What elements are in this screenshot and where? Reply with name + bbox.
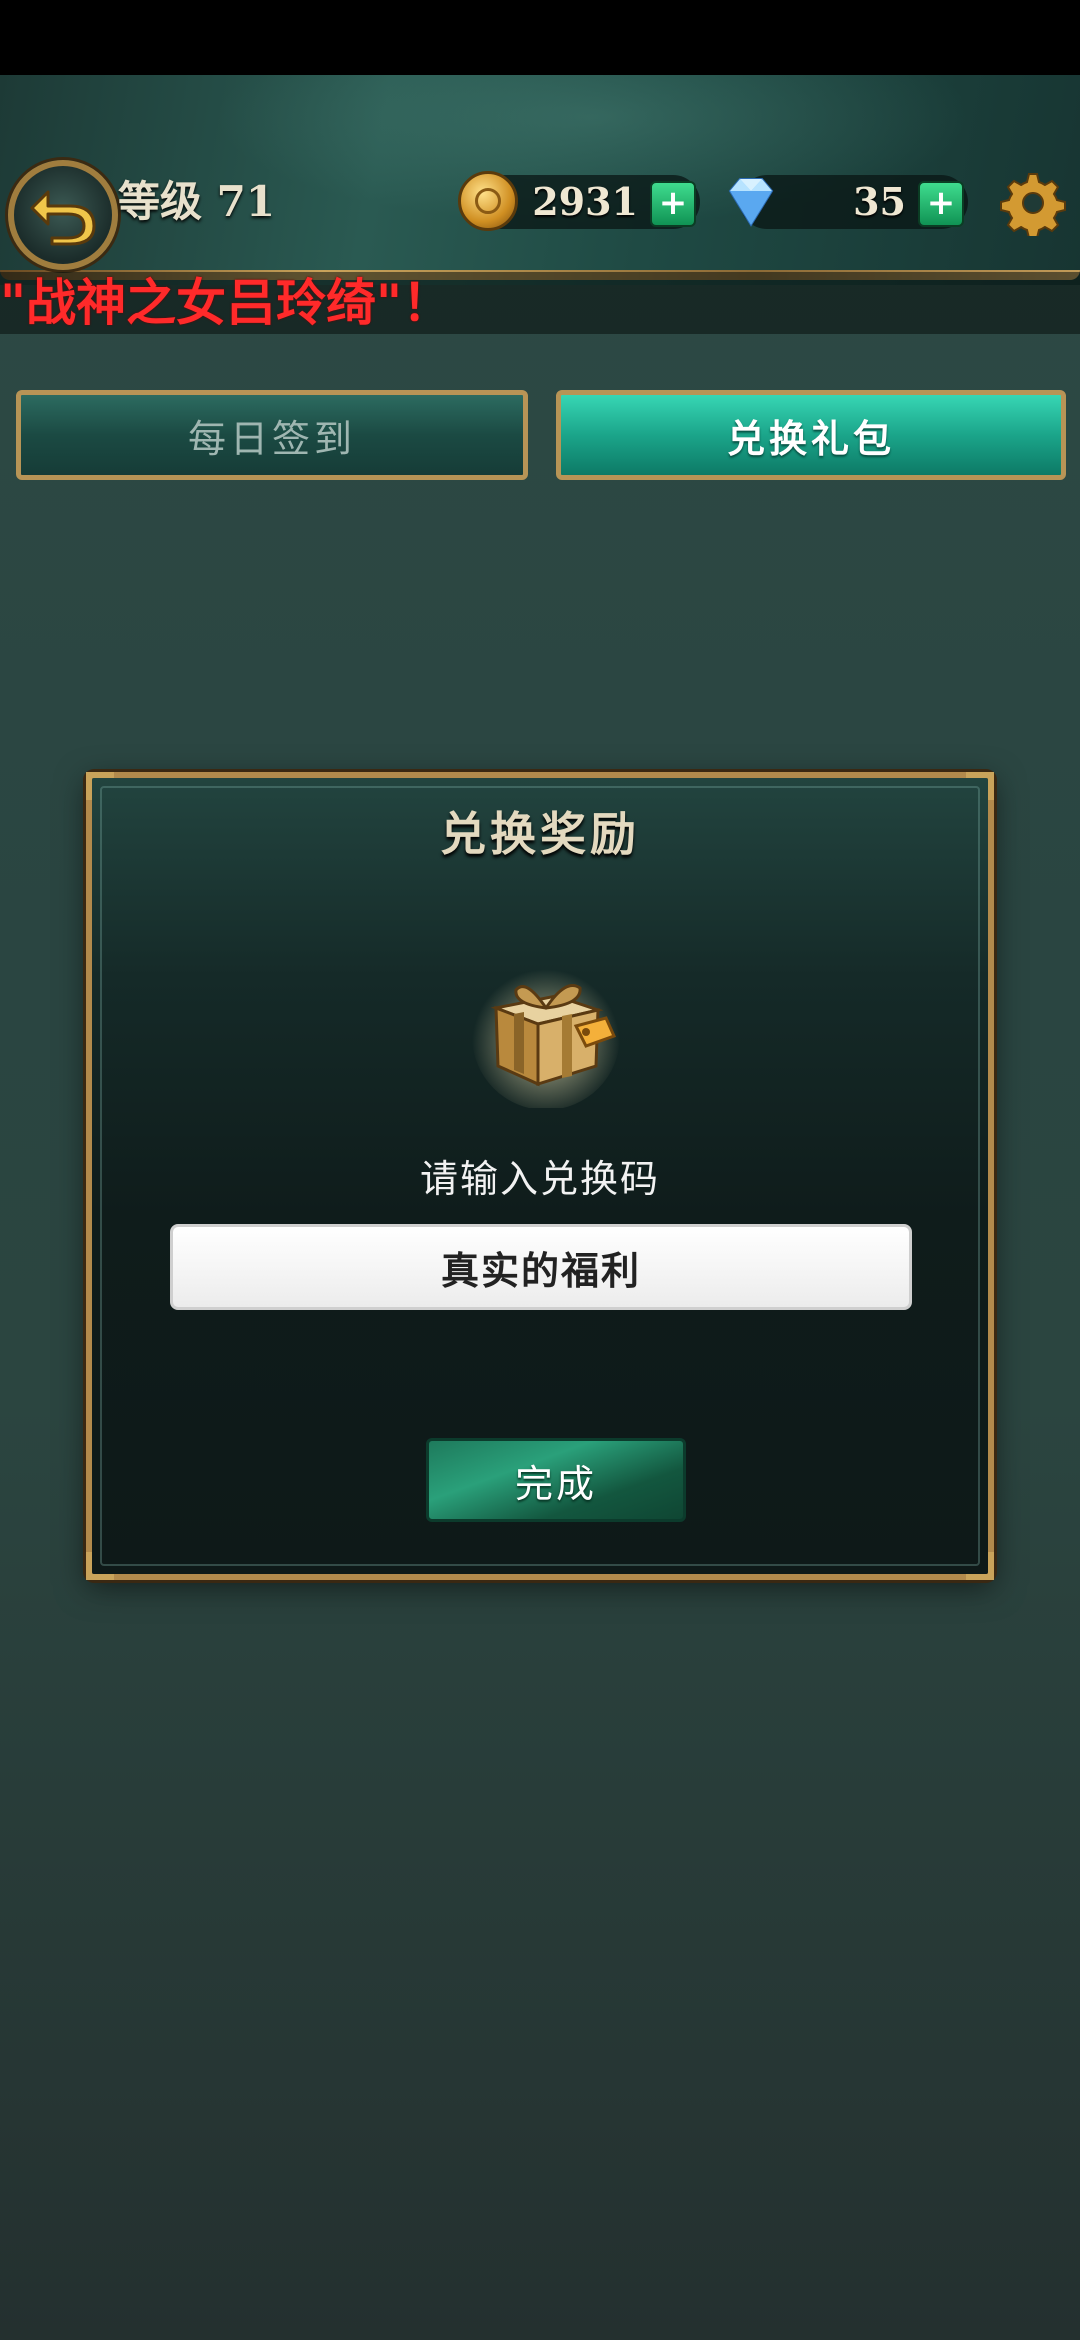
diamond-icon bbox=[728, 178, 774, 227]
dialog-corner-ornament bbox=[86, 1552, 114, 1580]
back-arrow-icon bbox=[30, 190, 96, 246]
confirm-button[interactable]: 完成 bbox=[426, 1438, 686, 1522]
tab-daily-checkin[interactable]: 每日签到 bbox=[16, 390, 528, 480]
tab-redeem-gift[interactable]: 兑换礼包 bbox=[556, 390, 1066, 480]
dialog-corner-ornament bbox=[966, 1552, 994, 1580]
gear-icon[interactable] bbox=[1000, 170, 1066, 236]
dialog-corner-ornament bbox=[86, 772, 114, 800]
redeem-code-input[interactable]: 真实的福利 bbox=[170, 1224, 912, 1310]
dialog-title: 兑换奖励 bbox=[440, 807, 640, 861]
redeem-code-value: 真实的福利 bbox=[440, 1248, 641, 1293]
gold-coin-icon bbox=[458, 171, 518, 231]
coin-counter: 2931 + bbox=[458, 171, 700, 231]
gem-value: 35 bbox=[853, 179, 906, 224]
add-coins-button[interactable]: + bbox=[650, 181, 696, 227]
status-bar bbox=[0, 0, 1080, 75]
player-level: 等级 71 bbox=[118, 177, 276, 226]
scrolling-announcement: "战神之女吕玲绮"！ bbox=[0, 272, 1080, 334]
tab-redeem-gift-label: 兑换礼包 bbox=[726, 416, 895, 461]
announcement-text: "战神之女吕玲绮"！ bbox=[0, 274, 453, 332]
tab-daily-checkin-label: 每日签到 bbox=[187, 416, 356, 461]
add-gems-button[interactable]: + bbox=[918, 181, 964, 227]
redeem-dialog: 兑换奖励 请输入兑换码 真实的福利 完成 bbox=[86, 772, 994, 1580]
gift-box-icon bbox=[472, 962, 620, 1108]
redeem-prompt: 请输入兑换码 bbox=[419, 1157, 660, 1201]
gem-counter: 35 + bbox=[728, 175, 968, 229]
coin-value: 2931 bbox=[532, 179, 638, 224]
back-button[interactable] bbox=[8, 160, 118, 270]
confirm-button-label: 完成 bbox=[514, 1461, 597, 1506]
dialog-corner-ornament bbox=[966, 772, 994, 800]
